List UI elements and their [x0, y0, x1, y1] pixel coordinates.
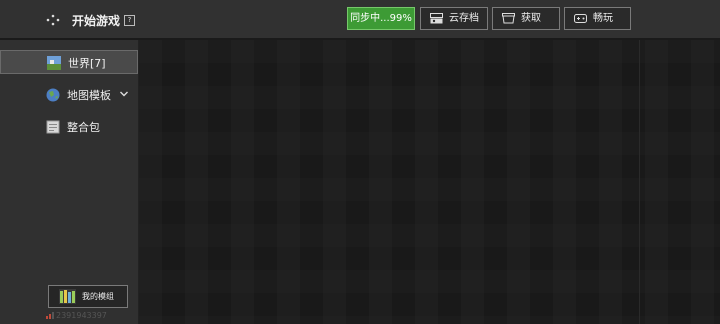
sidebar-item-label: 地图模板: [67, 89, 111, 102]
page-title: 开始游戏: [72, 14, 121, 28]
bookshelf-icon: [59, 289, 76, 304]
sync-status-button[interactable]: 同步中...99%: [347, 7, 415, 30]
divider: [639, 40, 640, 324]
sidebar: 世界[7] 地图模板 整合包 我的模组 2391943397: [0, 40, 139, 324]
top-bar: 开始游戏 ? 同步中...99% 云存档 获取 畅玩: [0, 0, 720, 40]
cloud-save-button[interactable]: 云存档: [420, 7, 488, 30]
my-mods-label: 我的模组: [82, 292, 114, 301]
world-icon: [47, 56, 61, 70]
my-mods-button[interactable]: 我的模组: [48, 285, 128, 308]
sidebar-item-label: 世界[7]: [68, 57, 106, 70]
help-icon[interactable]: ?: [124, 15, 135, 26]
sidebar-item-packs[interactable]: 整合包: [0, 115, 138, 139]
cloud-save-label: 云存档: [449, 13, 479, 24]
get-button[interactable]: 获取: [492, 7, 560, 30]
sidebar-item-map-templates[interactable]: 地图模板: [0, 83, 138, 107]
chevron-down-icon[interactable]: [119, 89, 129, 99]
sidebar-item-worlds[interactable]: 世界[7]: [0, 50, 138, 74]
gamepad-icon: [574, 14, 587, 23]
play-button[interactable]: 畅玩: [564, 7, 631, 30]
globe-icon: [46, 88, 60, 102]
get-label: 获取: [521, 13, 541, 24]
cloud-save-icon: [430, 13, 443, 24]
store-icon: [502, 13, 515, 24]
menu-dots-icon[interactable]: [46, 13, 62, 27]
main-content-area: [139, 40, 720, 324]
user-id: 2391943397: [46, 311, 107, 320]
signal-bars-icon: [46, 312, 54, 319]
user-id-text: 2391943397: [56, 311, 107, 320]
sidebar-item-label: 整合包: [67, 121, 100, 134]
package-icon: [46, 120, 60, 134]
play-label: 畅玩: [593, 13, 613, 24]
